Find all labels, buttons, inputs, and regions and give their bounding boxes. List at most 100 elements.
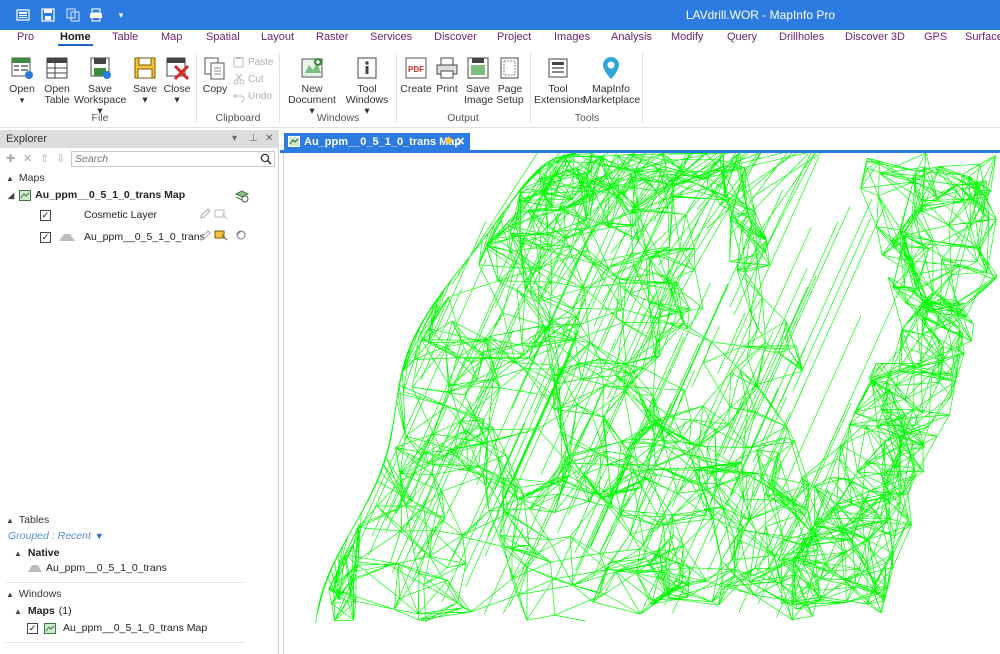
tab-services[interactable]: Services xyxy=(368,31,414,43)
layer-checkbox[interactable]: ✓ xyxy=(40,231,51,243)
save-image-icon xyxy=(465,55,491,81)
close-icon[interactable]: ✕ xyxy=(265,133,273,144)
map-tree-item[interactable]: ◢ Au_ppm__0_5_1_0_trans Map xyxy=(8,189,185,201)
copy-button[interactable]: Copy xyxy=(201,55,229,95)
panel-options-icon[interactable]: ▾ xyxy=(232,133,237,144)
tab-pin-icon[interactable]: ◆ xyxy=(445,135,453,146)
tab-pro[interactable]: Pro xyxy=(15,31,36,43)
tab-layout[interactable]: Layout xyxy=(259,31,296,43)
layer-checkbox[interactable]: ✓ xyxy=(40,209,51,221)
tab-gps[interactable]: GPS xyxy=(922,31,949,43)
map-canvas[interactable] xyxy=(283,153,1000,654)
copy-doc-icon xyxy=(202,55,228,81)
layer-control-icon[interactable] xyxy=(234,189,250,203)
expand-triangle-icon[interactable]: ◢ xyxy=(8,191,14,200)
page-setup-label-2: Setup xyxy=(496,94,524,106)
collapse-triangle-icon[interactable]: ▲ xyxy=(6,590,14,599)
tab-close-icon[interactable]: ✕ xyxy=(456,135,465,148)
create-button[interactable]: PDF Create xyxy=(400,55,432,95)
tables-section-header[interactable]: ▲ Tables xyxy=(6,514,49,526)
close-button[interactable]: Close ▾ xyxy=(162,55,192,106)
collapse-triangle-icon[interactable]: ▲ xyxy=(6,174,14,183)
undo-button[interactable]: Undo xyxy=(233,90,272,102)
edit-pencil-icon[interactable] xyxy=(199,208,213,222)
maps-group-label: Maps xyxy=(27,605,55,617)
undo-icon xyxy=(233,93,245,102)
grouped-dropdown[interactable]: Grouped : Recent ▼ xyxy=(8,530,104,542)
native-group[interactable]: ▲ Native xyxy=(14,547,59,559)
collapse-triangle-icon[interactable]: ▲ xyxy=(14,549,22,558)
save-workspace-button[interactable]: Save Workspace ▾ xyxy=(74,55,126,117)
edit-pencil-icon[interactable] xyxy=(199,230,213,244)
mapinfo-marketplace-button[interactable]: MapInfo Marketplace xyxy=(583,55,641,106)
layer-row-cosmetic[interactable]: ✓ Cosmetic Layer xyxy=(40,209,157,221)
table-list-item[interactable]: Au_ppm__0_5_1_0_trans xyxy=(27,562,167,574)
maps-window-group[interactable]: ▲ Maps (1) xyxy=(14,605,72,617)
location-pin-icon xyxy=(598,55,624,81)
surface-layer-icon xyxy=(59,234,75,241)
group-file-label: File xyxy=(91,112,109,124)
grouped-label: Grouped : Recent xyxy=(8,530,91,542)
tab-raster[interactable]: Raster xyxy=(314,31,350,43)
tab-analysis[interactable]: Analysis xyxy=(609,31,654,43)
tab-spatial[interactable]: Spatial xyxy=(204,31,242,43)
map-tab-label: Au_ppm__0_5_1_0_trans Map xyxy=(304,136,462,148)
layer-style-icon[interactable] xyxy=(234,229,248,243)
pin-icon[interactable]: ⊥ xyxy=(249,133,258,144)
tool-extensions-button[interactable]: Tool Extensions xyxy=(534,55,585,106)
layer-row-au-ppm[interactable]: ✓ Au_ppm__0_5_1_0_trans xyxy=(40,231,205,243)
explorer-title: Explorer xyxy=(6,133,47,145)
mapinfo-marketplace-label-2: Marketplace xyxy=(583,94,641,106)
chevron-down-icon[interactable]: ▼ xyxy=(95,531,104,541)
add-icon[interactable]: ✚ xyxy=(6,152,15,165)
scissors-icon xyxy=(233,73,245,85)
collapse-triangle-icon[interactable]: ▲ xyxy=(6,516,14,525)
remove-icon[interactable]: ✕ xyxy=(23,152,32,165)
window-checkbox[interactable]: ✓ xyxy=(27,622,38,634)
printer-icon xyxy=(434,55,460,81)
selectable-icon[interactable] xyxy=(214,229,228,243)
search-icon[interactable] xyxy=(260,153,272,168)
search-input[interactable]: Search xyxy=(71,151,275,167)
new-document-button[interactable]: New Document ▾ xyxy=(284,55,340,117)
windows-section-header[interactable]: ▲ Windows xyxy=(6,588,62,600)
maps-section-label: Maps xyxy=(18,172,45,184)
selectable-icon[interactable] xyxy=(214,208,228,222)
open-button[interactable]: Open ▾ xyxy=(6,55,38,106)
move-up-icon[interactable]: ⇧ xyxy=(40,152,49,165)
maps-section-header[interactable]: ▲ Maps xyxy=(6,172,45,184)
tab-images[interactable]: Images xyxy=(552,31,592,43)
pdf-icon: PDF xyxy=(403,55,429,81)
move-down-icon[interactable]: ⇩ xyxy=(56,152,65,165)
paste-button[interactable]: Paste xyxy=(233,56,274,68)
open-table-button[interactable]: Open Table xyxy=(40,55,74,106)
collapse-triangle-icon[interactable]: ▲ xyxy=(14,607,22,616)
tab-query[interactable]: Query xyxy=(725,31,759,43)
mesh-lines xyxy=(315,153,998,624)
cut-button[interactable]: Cut xyxy=(233,73,264,85)
tool-windows-button[interactable]: Tool Windows ▾ xyxy=(342,55,392,117)
save-image-button[interactable]: Save Image xyxy=(464,55,493,106)
surface-layer-icon xyxy=(28,565,42,572)
map-window-icon xyxy=(19,189,32,201)
save-button[interactable]: Save ▾ xyxy=(131,55,159,106)
page-setup-button[interactable]: Page Setup xyxy=(496,55,524,106)
group-separator xyxy=(396,53,397,123)
tab-home[interactable]: Home xyxy=(58,31,93,46)
map-document-tab[interactable]: Au_ppm__0_5_1_0_trans Map ◆ ✕ xyxy=(284,133,470,151)
print-button[interactable]: Print xyxy=(434,55,460,95)
ribbon-tabs: Pro Home Table Map Spatial Layout Raster… xyxy=(0,30,1000,49)
group-separator xyxy=(196,53,197,123)
tab-drillholes[interactable]: Drillholes xyxy=(777,31,826,43)
explorer-toolbar: ✚ ✕ ⇧ ⇩ Search xyxy=(0,150,279,168)
tab-project[interactable]: Project xyxy=(495,31,533,43)
tab-modify[interactable]: Modify xyxy=(669,31,705,43)
tab-map[interactable]: Map xyxy=(159,31,184,43)
window-list-item[interactable]: ✓ Au_ppm__0_5_1_0_trans Map xyxy=(27,622,207,634)
tab-table[interactable]: Table xyxy=(110,31,140,43)
tab-surface[interactable]: Surface xyxy=(963,31,1000,43)
tab-discover-3d[interactable]: Discover 3D xyxy=(843,31,907,43)
tab-discover[interactable]: Discover xyxy=(432,31,479,43)
windows-section-label: Windows xyxy=(18,588,62,600)
section-divider xyxy=(6,642,244,643)
